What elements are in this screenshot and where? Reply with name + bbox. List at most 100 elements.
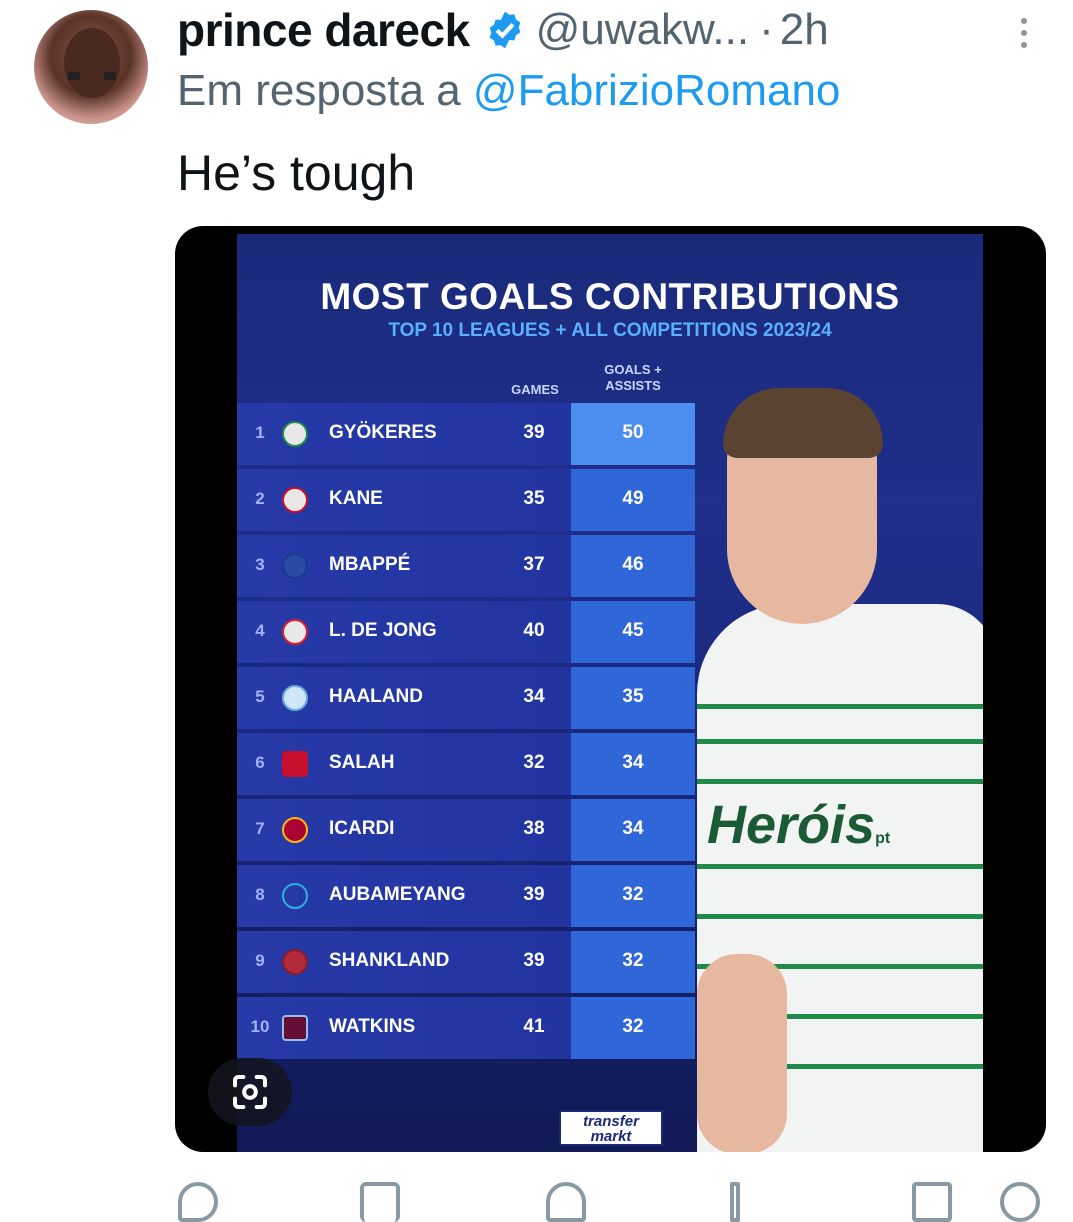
rank: 4 — [255, 621, 265, 640]
games-value: 37 — [523, 554, 545, 575]
reply-prefix: Em resposta a — [177, 66, 461, 115]
goals-assists-value: 50 — [622, 422, 644, 443]
timestamp[interactable]: 2h — [780, 5, 829, 55]
table-row: 5 HAALAND 34 35 — [237, 665, 697, 731]
goals-assists-value: 35 — [622, 686, 644, 707]
table-row: 2 KANE 35 49 — [237, 467, 697, 533]
infographic: MOST GOALS CONTRIBUTIONS TOP 10 LEAGUES … — [237, 234, 983, 1152]
rank: 10 — [250, 1017, 270, 1036]
rank: 2 — [255, 489, 265, 508]
goals-assists-value: 34 — [622, 752, 644, 773]
player-name: AUBAMEYANG — [329, 884, 466, 905]
tweet-media-image[interactable]: MOST GOALS CONTRIBUTIONS TOP 10 LEAGUES … — [175, 226, 1046, 1152]
liverpool-crest-icon — [282, 751, 308, 777]
reply-icon[interactable] — [178, 1182, 218, 1222]
goals-assists-value: 34 — [622, 818, 644, 839]
tweet-text: He’s tough — [177, 145, 416, 201]
table-row: 4 L. DE JONG 40 45 — [237, 599, 697, 665]
sponsor-name: Heróis — [707, 795, 876, 855]
column-header-goals-assists: GOALS + ASSISTS — [593, 362, 673, 393]
table-row: 7 ICARDI 38 34 — [237, 797, 697, 863]
player-photo: Heróispt — [697, 388, 983, 1152]
column-header-games: GAMES — [511, 382, 559, 397]
games-value: 35 — [523, 488, 545, 509]
games-value: 34 — [523, 686, 545, 707]
tweet-action-bar — [0, 1174, 1073, 1222]
table-row: 3 MBAPPÉ 37 46 — [237, 533, 697, 599]
man-city-crest-icon — [282, 685, 308, 711]
player-name: SALAH — [329, 752, 395, 773]
author-handle[interactable]: @uwakw... — [536, 5, 749, 55]
retweet-icon[interactable] — [360, 1182, 400, 1222]
rank: 6 — [255, 753, 265, 772]
rank: 5 — [255, 687, 265, 706]
bayern-crest-icon — [282, 487, 308, 513]
games-value: 38 — [523, 818, 545, 839]
games-value: 39 — [523, 950, 545, 971]
author-name[interactable]: prince dareck — [177, 3, 470, 57]
avatar-face-paint — [68, 72, 80, 80]
table-row: 8 AUBAMEYANG 39 32 — [237, 863, 697, 929]
goals-assists-value: 32 — [622, 1016, 644, 1037]
player-name: HAALAND — [329, 686, 423, 707]
player-name: MBAPPÉ — [329, 554, 411, 575]
like-icon[interactable] — [546, 1182, 586, 1222]
player-name: KANE — [329, 488, 383, 509]
separator-dot: · — [759, 5, 774, 54]
galatasaray-crest-icon — [282, 817, 308, 843]
games-value: 39 — [523, 884, 545, 905]
views-icon[interactable] — [730, 1182, 740, 1222]
visual-search-glyph — [233, 1075, 267, 1109]
ranking-table: 1 GYÖKERES 39 50 2 KANE 35 49 3 MBAPPÉ 3… — [237, 401, 697, 1061]
column-header-goals-line: GOALS + — [604, 362, 662, 377]
psv-crest-icon — [282, 619, 308, 645]
games-value: 32 — [523, 752, 545, 773]
sponsor-suffix: pt — [875, 830, 891, 847]
goals-assists-value: 46 — [622, 554, 644, 575]
rank: 9 — [255, 951, 265, 970]
column-header-assists-line: ASSISTS — [605, 377, 661, 393]
logo-line-1: transfer — [583, 1113, 639, 1130]
avatar-face — [64, 28, 120, 98]
infographic-subtitle: TOP 10 LEAGUES + ALL COMPETITIONS 2023/2… — [388, 320, 832, 341]
games-value: 41 — [523, 1016, 545, 1037]
table-row: 9 SHANKLAND 39 32 — [237, 929, 697, 995]
marseille-crest-icon — [282, 883, 308, 909]
goals-assists-value: 45 — [622, 620, 644, 641]
more-options-icon[interactable] — [1012, 14, 1036, 54]
reply-mention-link[interactable]: @FabrizioRomano — [473, 66, 840, 115]
tweet-header: prince dareck @uwakw... · 2h — [177, 0, 829, 60]
transfermarkt-logo: transfer markt — [559, 1110, 663, 1146]
player-name: ICARDI — [329, 818, 395, 839]
games-value: 40 — [523, 620, 545, 641]
visual-search-icon[interactable] — [208, 1058, 292, 1126]
shirt-sponsor: Heróispt — [707, 794, 890, 856]
goals-assists-value: 32 — [622, 884, 644, 905]
goals-assists-value: 49 — [622, 488, 644, 509]
hearts-crest-icon — [282, 949, 308, 975]
rank: 3 — [255, 555, 265, 574]
avatar[interactable] — [34, 10, 148, 124]
logo-line-2: markt — [590, 1128, 632, 1145]
verified-badge-icon — [489, 11, 521, 49]
rank: 7 — [255, 819, 265, 838]
player-name: L. DE JONG — [329, 620, 437, 641]
goals-assists-value: 32 — [622, 950, 644, 971]
games-value: 39 — [523, 422, 545, 443]
player-name: SHANKLAND — [329, 950, 450, 971]
infographic-title: MOST GOALS CONTRIBUTIONS — [320, 276, 900, 317]
table-row: 10 WATKINS 41 32 — [237, 995, 697, 1061]
player-name: GYÖKERES — [329, 422, 437, 443]
table-row: 1 GYÖKERES 39 50 — [237, 401, 697, 467]
rank: 8 — [255, 885, 265, 904]
bookmark-icon[interactable] — [912, 1182, 952, 1222]
psg-crest-icon — [282, 553, 308, 579]
table-row: 6 SALAH 32 34 — [237, 731, 697, 797]
sporting-crest-icon — [282, 421, 308, 447]
reply-context: Em resposta a @FabrizioRomano — [177, 66, 840, 116]
player-name: WATKINS — [329, 1016, 416, 1037]
aston-villa-crest-icon — [282, 1015, 308, 1041]
share-icon[interactable] — [1000, 1182, 1040, 1222]
rank: 1 — [255, 423, 265, 442]
avatar-face-paint — [104, 72, 116, 80]
